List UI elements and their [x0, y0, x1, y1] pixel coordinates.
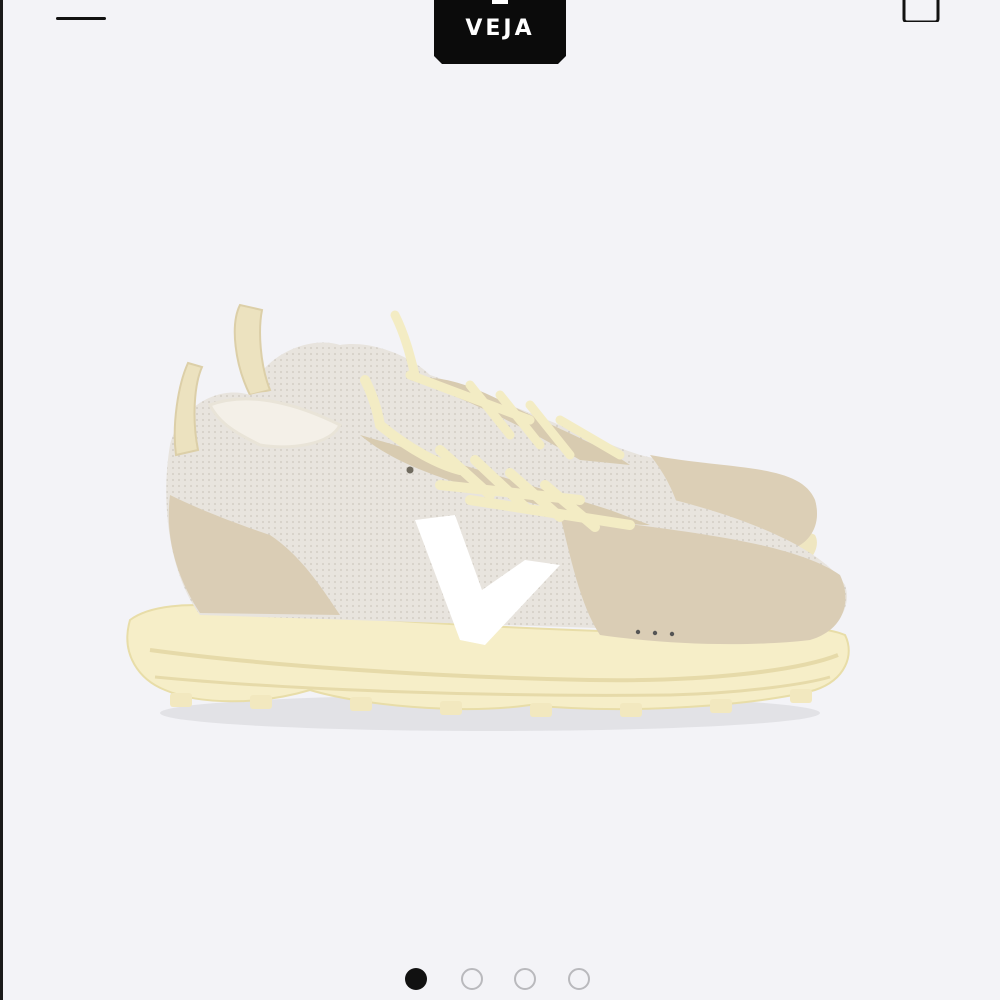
product-image[interactable] [110, 285, 870, 755]
screen-edge [0, 0, 3, 1000]
product-screen: VEJA [0, 0, 1000, 1000]
carousel-dot-1[interactable] [405, 968, 427, 990]
brand-name: VEJA [465, 16, 535, 41]
brand-logo[interactable]: VEJA [434, 0, 566, 66]
carousel-pagination [405, 968, 605, 994]
menu-bar [56, 17, 106, 20]
carousel-dot-3[interactable] [514, 968, 536, 990]
menu-button[interactable] [56, 0, 106, 26]
cart-button[interactable] [902, 0, 940, 24]
carousel-dot-4[interactable] [568, 968, 590, 990]
shopping-bag-icon [902, 0, 940, 24]
sneaker-pair-image [126, 303, 850, 731]
carousel-dot-2[interactable] [461, 968, 483, 990]
